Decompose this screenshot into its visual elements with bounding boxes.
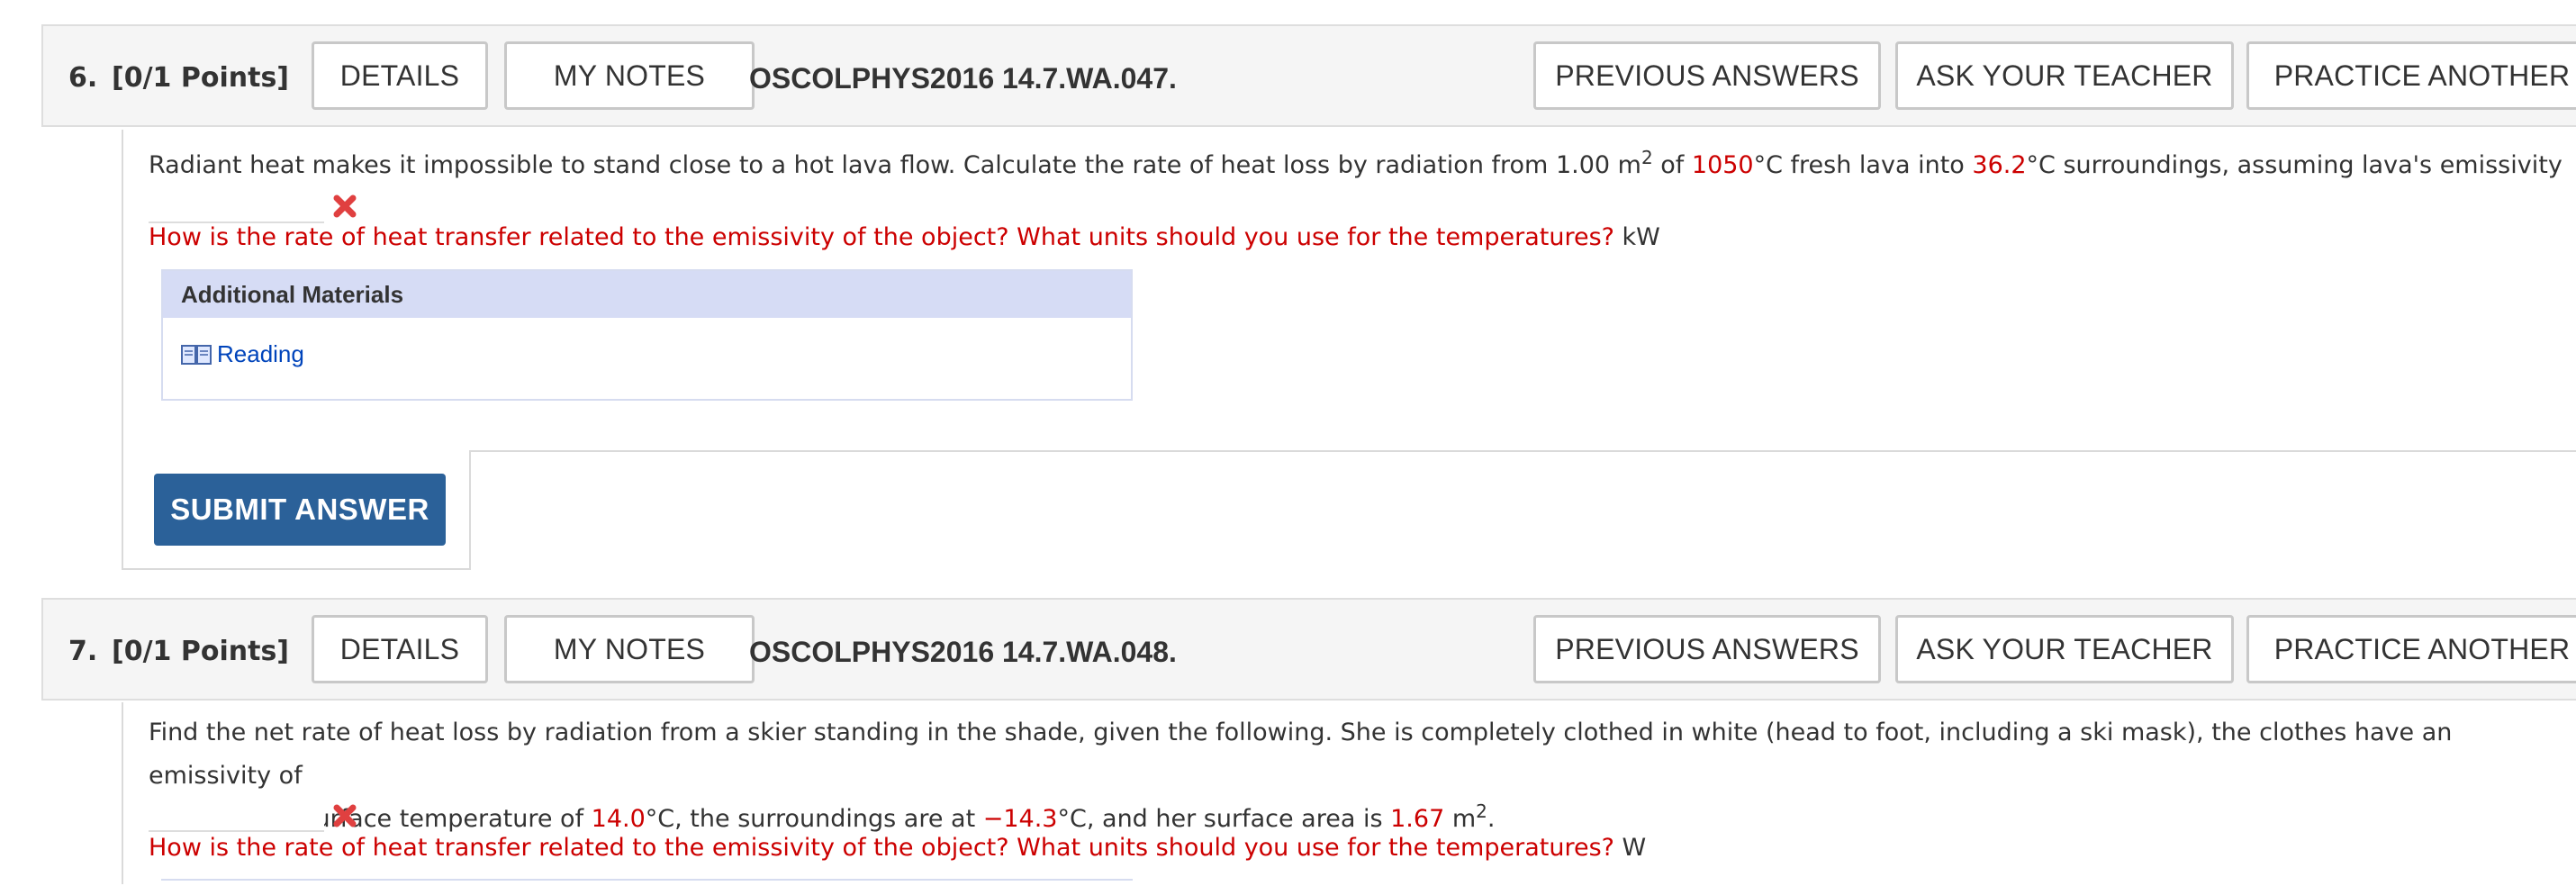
reading-label: Reading	[217, 340, 304, 367]
frame-line	[122, 568, 471, 570]
wrong-answer-x-icon	[333, 194, 357, 218]
practice-another-button[interactable]: PRACTICE ANOTHER	[2246, 41, 2576, 110]
question-text-part: °C, the surroundings are at	[645, 805, 983, 833]
question-text-part: °C, and her surface area is	[1057, 805, 1391, 833]
question-7-header: 7. [0/1 Points] DETAILS MY NOTES OSCOLPH…	[41, 598, 2576, 701]
reading-link[interactable]: Reading	[181, 340, 304, 368]
submit-frame	[122, 450, 2576, 570]
book-icon	[181, 344, 212, 365]
additional-materials-panel: Additional Materials Reading	[161, 269, 1133, 401]
question-6-header: 6. [0/1 Points] DETAILS MY NOTES OSCOLPH…	[41, 24, 2576, 127]
ask-your-teacher-button[interactable]: ASK YOUR TEACHER	[1895, 41, 2234, 110]
surface-temperature-value: 14.0	[591, 805, 646, 833]
details-button[interactable]: DETAILS	[312, 615, 488, 683]
superscript: 2	[1476, 800, 1487, 822]
question-points: [0/1 Points]	[112, 636, 290, 667]
surface-area-value: 1.67	[1390, 805, 1445, 833]
answer-input[interactable]	[149, 191, 324, 223]
frame-line	[122, 450, 123, 569]
previous-answers-button[interactable]: PREVIOUS ANSWERS	[1533, 41, 1881, 110]
ask-your-teacher-button[interactable]: ASK YOUR TEACHER	[1895, 615, 2234, 683]
additional-materials-panel-edge	[161, 879, 1133, 886]
additional-materials-title: Additional Materials	[163, 271, 1131, 318]
question-text-line: Find the net rate of heat loss by radiat…	[149, 719, 2453, 790]
frame-line	[469, 450, 2576, 452]
unit-label: W	[1613, 834, 1647, 862]
question-text-part: m	[1444, 805, 1477, 833]
question-6-hint: How is the rate of heat transfer related…	[149, 223, 1660, 251]
submit-answer-button[interactable]: SUBMIT ANSWER	[154, 474, 446, 546]
question-number: 6.	[68, 62, 98, 94]
my-notes-button[interactable]: MY NOTES	[504, 615, 755, 683]
surroundings-temperature-value: 36.2	[1972, 151, 2027, 179]
frame-line	[469, 450, 471, 570]
hint-text: How is the rate of heat transfer related…	[149, 223, 1614, 251]
unit-label: kW	[1613, 223, 1660, 251]
question-text-part: of	[1652, 151, 1692, 179]
question-code: OSCOLPHYS2016 14.7.WA.047.	[749, 62, 1177, 95]
question-text-part: °C fresh lava into	[1753, 151, 1973, 179]
question-points: [0/1 Points]	[112, 62, 290, 94]
question-code: OSCOLPHYS2016 14.7.WA.048.	[749, 636, 1177, 668]
lava-temperature-value: 1050	[1691, 151, 1754, 179]
question-7-frame-line	[122, 702, 123, 884]
answer-input[interactable]	[149, 800, 324, 832]
question-7-text: Find the net rate of heat loss by radiat…	[149, 711, 2576, 841]
wrong-answer-x-icon	[333, 804, 357, 827]
previous-answers-button[interactable]: PREVIOUS ANSWERS	[1533, 615, 1881, 683]
surroundings-temperature-value: −14.3	[982, 805, 1058, 833]
question-number: 7.	[68, 636, 98, 667]
superscript: 2	[1641, 147, 1653, 168]
question-7-hint: How is the rate of heat transfer related…	[149, 834, 1646, 862]
my-notes-button[interactable]: MY NOTES	[504, 41, 755, 110]
question-6-text: Radiant heat makes it impossible to stan…	[149, 144, 2576, 231]
hint-text: How is the rate of heat transfer related…	[149, 834, 1614, 862]
practice-another-button[interactable]: PRACTICE ANOTHER	[2246, 615, 2576, 683]
question-6-frame-line	[122, 130, 123, 454]
question-text-part: Radiant heat makes it impossible to stan…	[149, 151, 1641, 179]
question-text-part: .	[1487, 805, 1496, 833]
details-button[interactable]: DETAILS	[312, 41, 488, 110]
